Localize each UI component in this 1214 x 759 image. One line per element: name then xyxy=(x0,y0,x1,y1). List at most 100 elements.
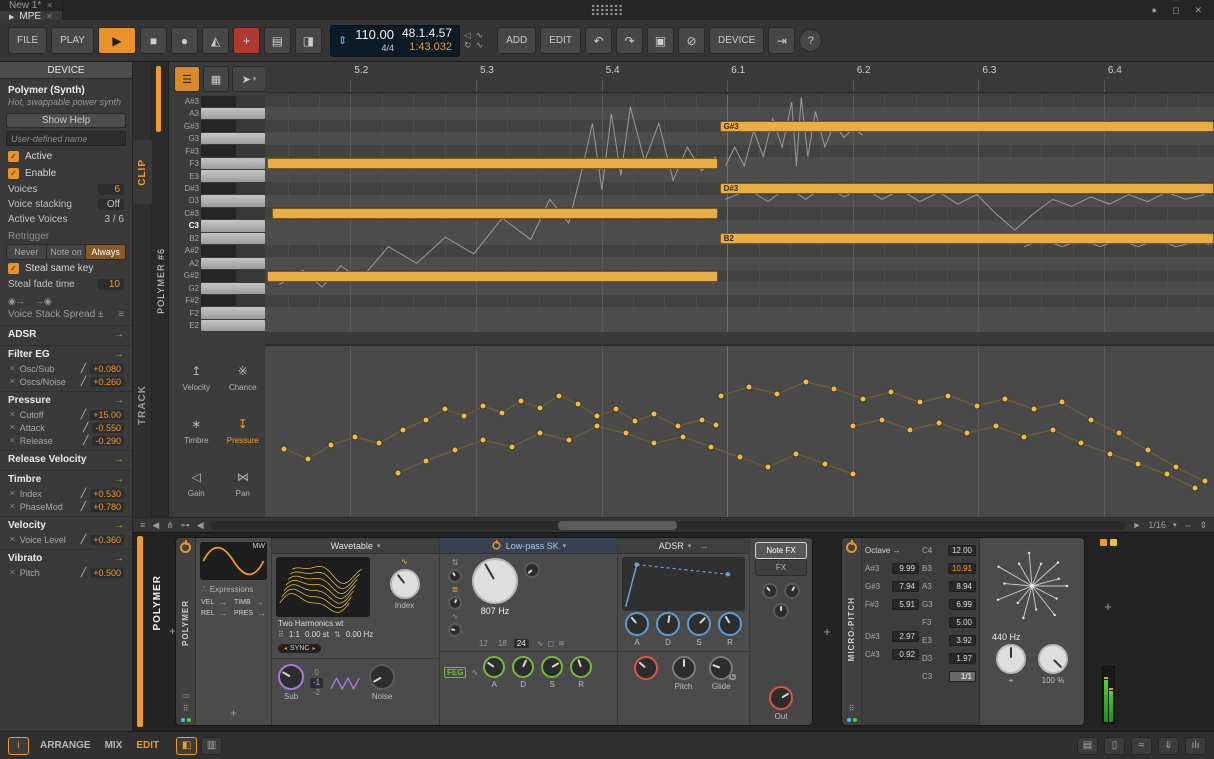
hertz-value[interactable]: 0.00 Hz xyxy=(346,630,374,639)
scrollbar-thumb[interactable] xyxy=(558,521,677,530)
note-offset-value[interactable]: 3.92 xyxy=(949,635,976,646)
expression-timb[interactable]: TIMB→ xyxy=(234,597,266,607)
pressure-point[interactable] xyxy=(736,454,743,461)
slope-24[interactable]: 24 xyxy=(514,639,529,648)
link-icon[interactable]: ⊶ xyxy=(181,520,190,531)
reference-pitch-value[interactable]: 440 Hz xyxy=(984,632,1080,642)
fx-return-knob[interactable] xyxy=(784,583,800,599)
cutoff-knob[interactable] xyxy=(472,558,518,604)
fx-send-knob[interactable] xyxy=(762,583,778,599)
note-offset-value[interactable]: 9.99 xyxy=(892,563,919,574)
pressure-point[interactable] xyxy=(992,423,999,430)
tab-note-fx[interactable]: Note FX xyxy=(755,542,807,559)
ruler-tick[interactable]: 6.2 xyxy=(853,80,854,92)
add-menu-button[interactable]: ADD xyxy=(497,27,536,54)
mix-knob[interactable] xyxy=(1038,644,1068,674)
mod-amount-value[interactable]: +0.360 xyxy=(90,535,124,545)
punch-in-button[interactable]: + xyxy=(233,27,260,54)
note-f3[interactable] xyxy=(267,158,718,169)
piano-key-row[interactable]: D#3 xyxy=(174,182,265,194)
mod-source-header[interactable]: Timbre→ xyxy=(0,471,132,487)
wavetable-name[interactable]: Two Harmonics.wt xyxy=(272,617,439,628)
voice-stack-spread-row[interactable]: Voice Stack Spread ± ≡ xyxy=(0,307,132,322)
feg-d-knob[interactable] xyxy=(512,656,534,678)
clipboard-icon[interactable]: ▤ xyxy=(1077,737,1098,755)
pressure-point[interactable] xyxy=(651,411,658,418)
pressure-point[interactable] xyxy=(423,416,430,423)
micropitch-row[interactable]: C#30.92 xyxy=(865,646,919,662)
note-offset-value[interactable]: 5.00 xyxy=(949,617,976,628)
piano-key-row[interactable]: F3 xyxy=(174,157,265,169)
track-name[interactable]: POLYMER xyxy=(150,547,165,659)
piano-key[interactable] xyxy=(201,145,265,156)
feg-s-knob[interactable] xyxy=(541,656,563,678)
pressure-point[interactable] xyxy=(1116,430,1123,437)
shape-stack-icon[interactable]: ≋ xyxy=(558,639,565,648)
expression-pres[interactable]: PRES→ xyxy=(234,608,266,618)
shape-sine-icon[interactable]: ∿ xyxy=(537,639,544,648)
remove-icon[interactable]: ✕ xyxy=(9,377,16,386)
pressure-point[interactable] xyxy=(399,426,406,433)
mod-target-row[interactable]: ✕Pitch╱+0.500 xyxy=(0,566,132,579)
chevron-down-icon[interactable]: ▾ xyxy=(1173,521,1177,529)
piano-key-row[interactable]: B2 xyxy=(174,232,265,244)
env-d-knob[interactable] xyxy=(656,612,680,636)
remove-icon[interactable]: ✕ xyxy=(9,364,16,373)
remove-icon[interactable]: ✕ xyxy=(9,436,16,445)
cancel-button[interactable]: ⊘ xyxy=(678,27,705,54)
pressure-point[interactable] xyxy=(442,406,449,413)
download-icon[interactable]: ⇓ xyxy=(1158,737,1179,755)
piano-key[interactable] xyxy=(201,295,265,306)
mod-target-row[interactable]: ✕Index╱+0.530 xyxy=(0,487,132,500)
pressure-point[interactable] xyxy=(973,402,980,409)
device-rename-input[interactable]: User-defined name xyxy=(6,131,126,146)
pressure-point[interactable] xyxy=(793,450,800,457)
env-a-knob[interactable] xyxy=(625,612,649,636)
piano-key-row[interactable]: C3 xyxy=(174,220,265,232)
mod-target-row[interactable]: ✕Voice Level╱+0.360 xyxy=(0,533,132,546)
env-r-knob[interactable] xyxy=(718,612,742,636)
project-tab[interactable]: New 1*✕ xyxy=(0,0,63,11)
play-button[interactable]: ▶ xyxy=(98,27,136,54)
pressure-point[interactable] xyxy=(1002,396,1009,403)
piano-key[interactable] xyxy=(201,283,265,294)
piano-key-row[interactable]: C#3 xyxy=(174,207,265,219)
shape-square-icon[interactable]: ◻ xyxy=(547,639,554,648)
pressure-point[interactable] xyxy=(907,426,914,433)
pressure-point[interactable] xyxy=(745,384,752,391)
micropitch-row[interactable]: D#32.97 xyxy=(865,628,919,644)
remove-icon[interactable]: ✕ xyxy=(9,568,16,577)
out-knob[interactable] xyxy=(769,686,793,710)
piano-key-row[interactable]: G#2 xyxy=(174,270,265,282)
lane-chance[interactable]: ※Chance xyxy=(221,352,266,403)
back-icon[interactable]: ◀ xyxy=(152,520,159,531)
copy-button[interactable]: ▣ xyxy=(647,27,674,54)
close-button[interactable]: ✕ xyxy=(1194,5,1202,16)
pressure-point[interactable] xyxy=(451,447,458,454)
mod-amount-value[interactable]: +0.080 xyxy=(90,364,124,374)
note-offset-value[interactable]: 5.91 xyxy=(892,599,919,610)
grid-view-button[interactable]: ▦ xyxy=(203,66,229,92)
fwd-icon[interactable]: ► xyxy=(1132,520,1141,530)
piano-key[interactable] xyxy=(201,170,265,181)
remove-icon[interactable]: ✕ xyxy=(9,502,16,511)
midi-fork-icon[interactable]: ⋔ xyxy=(166,520,174,531)
pressure-point[interactable] xyxy=(802,378,809,385)
piano-key-row[interactable]: G3 xyxy=(174,132,265,144)
pressure-point[interactable] xyxy=(821,460,828,467)
horizontal-scrollbar[interactable] xyxy=(211,521,1126,530)
lane-velocity[interactable]: ↥Velocity xyxy=(174,352,219,403)
lane-timbre[interactable]: ∗Timbre xyxy=(174,405,219,456)
expression-vel[interactable]: VEL→ xyxy=(201,597,230,607)
maximize-button[interactable]: ◻ xyxy=(1172,5,1179,16)
micropitch-row[interactable]: C31/1 xyxy=(922,668,976,684)
tune-knob[interactable] xyxy=(996,644,1026,674)
lane-gain[interactable]: ◁Gain xyxy=(174,459,219,510)
pressure-point[interactable] xyxy=(1078,440,1085,447)
sub-knob[interactable] xyxy=(278,664,304,690)
pressure-point[interactable] xyxy=(499,409,506,416)
pressure-point[interactable] xyxy=(764,464,771,471)
beat-ruler[interactable]: 5.25.35.46.16.26.36.4 xyxy=(265,62,1214,93)
time-signature-value[interactable]: 4/4 xyxy=(381,43,394,53)
piano-key-row[interactable]: E3 xyxy=(174,170,265,182)
